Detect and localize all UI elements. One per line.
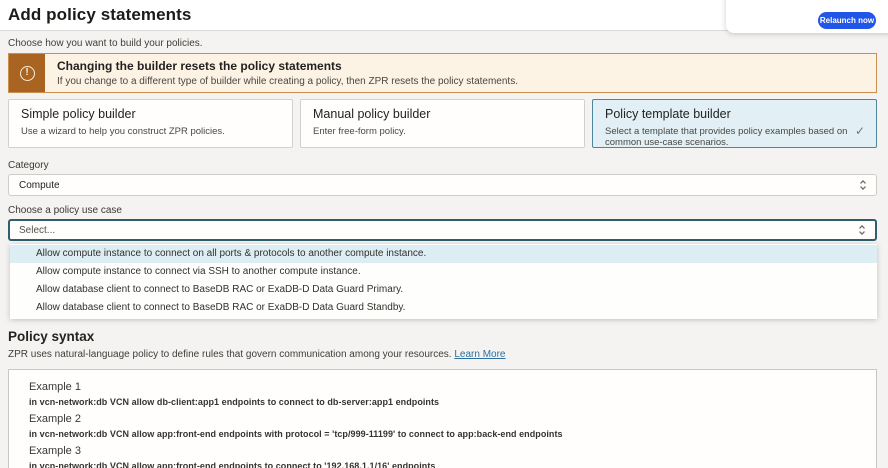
builder-card-title: Manual policy builder: [313, 107, 572, 122]
builder-card-title: Simple policy builder: [21, 107, 280, 122]
warning-banner: ! Changing the builder resets the policy…: [8, 53, 877, 93]
use-case-select-value: Select...: [19, 225, 857, 236]
chevron-updown-icon: [857, 224, 867, 236]
warning-description: If you change to a different type of bui…: [57, 75, 518, 88]
check-icon: ✓: [855, 124, 865, 138]
example-code: in vcn-network:db VCN allow app:front-en…: [29, 461, 856, 468]
warning-icon: !: [20, 66, 35, 81]
builder-cards-row: Simple policy builder Use a wizard to he…: [8, 99, 877, 148]
example-code: in vcn-network:db VCN allow db-client:ap…: [29, 397, 856, 408]
category-select[interactable]: Compute: [8, 174, 877, 196]
use-case-option[interactable]: Allow database client to connect to Base…: [10, 299, 877, 317]
builder-card-simple[interactable]: Simple policy builder Use a wizard to he…: [8, 99, 293, 148]
examples-panel: Example 1 in vcn-network:db VCN allow db…: [8, 369, 877, 468]
policy-syntax-title: Policy syntax: [8, 329, 877, 345]
warning-body: Changing the builder resets the policy s…: [45, 54, 530, 92]
relaunch-popup: Relaunch now: [726, 0, 888, 33]
builder-card-description: Enter free-form policy.: [313, 126, 563, 137]
policy-syntax-description: ZPR uses natural-language policy to defi…: [8, 349, 877, 361]
policy-syntax-description-text: ZPR uses natural-language policy to defi…: [8, 349, 452, 360]
builder-card-manual[interactable]: Manual policy builder Enter free-form po…: [300, 99, 585, 148]
use-case-option[interactable]: Allow database client to connect to Base…: [10, 281, 877, 299]
example-code: in vcn-network:db VCN allow app:front-en…: [29, 429, 856, 440]
example-label: Example 1: [29, 381, 856, 394]
main-content: Choose how you want to build your polici…: [0, 38, 888, 468]
use-case-select[interactable]: Select...: [8, 219, 877, 241]
use-case-label: Choose a policy use case: [8, 205, 877, 216]
category-select-value: Compute: [19, 180, 858, 191]
builder-card-description: Select a template that provides policy e…: [605, 126, 855, 148]
builder-card-description: Use a wizard to help you construct ZPR p…: [21, 126, 271, 137]
warning-title: Changing the builder resets the policy s…: [57, 59, 518, 74]
use-case-dropdown: Allow compute instance to connect on all…: [10, 244, 877, 319]
example-label: Example 2: [29, 413, 856, 426]
learn-more-link[interactable]: Learn More: [454, 349, 505, 360]
builder-card-title: Policy template builder: [605, 107, 864, 122]
example-label: Example 3: [29, 445, 856, 458]
warning-iconbox: !: [9, 54, 45, 92]
builder-card-template[interactable]: Policy template builder Select a templat…: [592, 99, 877, 148]
chevron-updown-icon: [858, 179, 868, 191]
category-label: Category: [8, 160, 877, 171]
intro-text: Choose how you want to build your polici…: [8, 38, 877, 49]
use-case-option[interactable]: Allow compute instance to connect on all…: [10, 245, 877, 263]
use-case-option[interactable]: Allow compute instance to connect via SS…: [10, 263, 877, 281]
relaunch-button[interactable]: Relaunch now: [818, 12, 876, 29]
